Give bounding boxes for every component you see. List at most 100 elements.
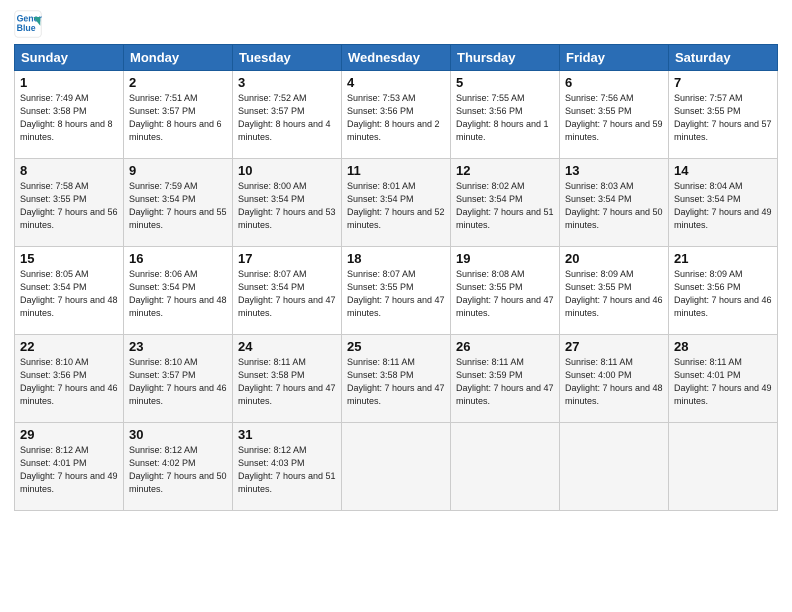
day-number: 6 (565, 75, 663, 90)
day-info: Sunrise: 8:11 AMSunset: 4:00 PMDaylight:… (565, 356, 663, 408)
day-cell: 13 Sunrise: 8:03 AMSunset: 3:54 PMDayligh… (560, 159, 669, 247)
day-info: Sunrise: 8:02 AMSunset: 3:54 PMDaylight:… (456, 180, 554, 232)
day-number: 23 (129, 339, 227, 354)
day-cell (451, 423, 560, 511)
col-header-sunday: Sunday (15, 45, 124, 71)
day-info: Sunrise: 8:10 AMSunset: 3:56 PMDaylight:… (20, 356, 118, 408)
week-row-3: 15 Sunrise: 8:05 AMSunset: 3:54 PMDayligh… (15, 247, 778, 335)
header: General Blue (14, 10, 778, 38)
page: General Blue SundayMondayTuesdayWednesda… (0, 0, 792, 612)
day-cell: 21 Sunrise: 8:09 AMSunset: 3:56 PMDayligh… (669, 247, 778, 335)
day-info: Sunrise: 8:11 AMSunset: 3:58 PMDaylight:… (347, 356, 445, 408)
day-info: Sunrise: 8:09 AMSunset: 3:56 PMDaylight:… (674, 268, 772, 320)
day-number: 1 (20, 75, 118, 90)
header-row: SundayMondayTuesdayWednesdayThursdayFrid… (15, 45, 778, 71)
day-info: Sunrise: 7:59 AMSunset: 3:54 PMDaylight:… (129, 180, 227, 232)
day-info: Sunrise: 7:57 AMSunset: 3:55 PMDaylight:… (674, 92, 772, 144)
week-row-2: 8 Sunrise: 7:58 AMSunset: 3:55 PMDaylight… (15, 159, 778, 247)
day-cell: 31 Sunrise: 8:12 AMSunset: 4:03 PMDayligh… (233, 423, 342, 511)
day-number: 5 (456, 75, 554, 90)
day-cell: 26Sunrise: 8:11 AMSunset: 3:59 PMDayligh… (451, 335, 560, 423)
day-info: Sunrise: 8:12 AMSunset: 4:01 PMDaylight:… (20, 444, 118, 496)
day-info: Sunrise: 8:01 AMSunset: 3:54 PMDaylight:… (347, 180, 445, 232)
day-info: Sunrise: 8:03 AMSunset: 3:54 PMDaylight:… (565, 180, 663, 232)
calendar-table: SundayMondayTuesdayWednesdayThursdayFrid… (14, 44, 778, 511)
day-number: 17 (238, 251, 336, 266)
day-cell: 29 Sunrise: 8:12 AMSunset: 4:01 PMDayligh… (15, 423, 124, 511)
day-info: Sunrise: 8:10 AMSunset: 3:57 PMDaylight:… (129, 356, 227, 408)
day-info: Sunrise: 8:00 AMSunset: 3:54 PMDaylight:… (238, 180, 336, 232)
day-info: Sunrise: 8:12 AMSunset: 4:02 PMDaylight:… (129, 444, 227, 496)
day-info: Sunrise: 8:09 AMSunset: 3:55 PMDaylight:… (565, 268, 663, 320)
day-number: 26 (456, 339, 554, 354)
day-cell: 22 Sunrise: 8:10 AMSunset: 3:56 PMDayligh… (15, 335, 124, 423)
col-header-wednesday: Wednesday (342, 45, 451, 71)
day-number: 21 (674, 251, 772, 266)
day-number: 24 (238, 339, 336, 354)
day-cell: 28Sunrise: 8:11 AMSunset: 4:01 PMDayligh… (669, 335, 778, 423)
day-cell: 3 Sunrise: 7:52 AMSunset: 3:57 PMDaylight… (233, 71, 342, 159)
day-number: 18 (347, 251, 445, 266)
day-cell: 11Sunrise: 8:01 AMSunset: 3:54 PMDayligh… (342, 159, 451, 247)
day-cell: 19 Sunrise: 8:08 AMSunset: 3:55 PMDayligh… (451, 247, 560, 335)
day-number: 22 (20, 339, 118, 354)
day-number: 10 (238, 163, 336, 178)
day-info: Sunrise: 7:52 AMSunset: 3:57 PMDaylight:… (238, 92, 336, 144)
day-number: 2 (129, 75, 227, 90)
day-cell: 24 Sunrise: 8:11 AMSunset: 3:58 PMDayligh… (233, 335, 342, 423)
day-info: Sunrise: 7:51 AMSunset: 3:57 PMDaylight:… (129, 92, 227, 144)
col-header-tuesday: Tuesday (233, 45, 342, 71)
logo-icon: General Blue (14, 10, 42, 38)
col-header-monday: Monday (124, 45, 233, 71)
day-cell: 6 Sunrise: 7:56 AMSunset: 3:55 PMDaylight… (560, 71, 669, 159)
day-cell (342, 423, 451, 511)
svg-text:Blue: Blue (17, 23, 36, 33)
day-info: Sunrise: 8:12 AMSunset: 4:03 PMDaylight:… (238, 444, 336, 496)
day-number: 27 (565, 339, 663, 354)
day-number: 19 (456, 251, 554, 266)
week-row-5: 29 Sunrise: 8:12 AMSunset: 4:01 PMDayligh… (15, 423, 778, 511)
day-cell: 8 Sunrise: 7:58 AMSunset: 3:55 PMDaylight… (15, 159, 124, 247)
day-cell: 1 Sunrise: 7:49 AMSunset: 3:58 PMDaylight… (15, 71, 124, 159)
day-number: 4 (347, 75, 445, 90)
day-info: Sunrise: 8:07 AMSunset: 3:55 PMDaylight:… (347, 268, 445, 320)
day-cell: 2 Sunrise: 7:51 AMSunset: 3:57 PMDaylight… (124, 71, 233, 159)
day-info: Sunrise: 7:56 AMSunset: 3:55 PMDaylight:… (565, 92, 663, 144)
day-info: Sunrise: 7:55 AMSunset: 3:56 PMDaylight:… (456, 92, 554, 144)
col-header-friday: Friday (560, 45, 669, 71)
day-info: Sunrise: 8:08 AMSunset: 3:55 PMDaylight:… (456, 268, 554, 320)
day-cell: 7 Sunrise: 7:57 AMSunset: 3:55 PMDaylight… (669, 71, 778, 159)
day-number: 25 (347, 339, 445, 354)
day-info: Sunrise: 7:58 AMSunset: 3:55 PMDaylight:… (20, 180, 118, 232)
day-cell: 17 Sunrise: 8:07 AMSunset: 3:54 PMDayligh… (233, 247, 342, 335)
logo: General Blue (14, 10, 46, 38)
day-number: 30 (129, 427, 227, 442)
col-header-saturday: Saturday (669, 45, 778, 71)
day-number: 3 (238, 75, 336, 90)
day-number: 31 (238, 427, 336, 442)
day-cell: 14Sunrise: 8:04 AMSunset: 3:54 PMDayligh… (669, 159, 778, 247)
day-number: 12 (456, 163, 554, 178)
day-info: Sunrise: 8:07 AMSunset: 3:54 PMDaylight:… (238, 268, 336, 320)
day-info: Sunrise: 8:06 AMSunset: 3:54 PMDaylight:… (129, 268, 227, 320)
day-info: Sunrise: 7:53 AMSunset: 3:56 PMDaylight:… (347, 92, 445, 144)
day-number: 14 (674, 163, 772, 178)
day-cell: 16Sunrise: 8:06 AMSunset: 3:54 PMDayligh… (124, 247, 233, 335)
day-number: 13 (565, 163, 663, 178)
day-info: Sunrise: 8:05 AMSunset: 3:54 PMDaylight:… (20, 268, 118, 320)
day-number: 7 (674, 75, 772, 90)
day-info: Sunrise: 8:11 AMSunset: 3:58 PMDaylight:… (238, 356, 336, 408)
day-number: 15 (20, 251, 118, 266)
day-info: Sunrise: 7:49 AMSunset: 3:58 PMDaylight:… (20, 92, 118, 144)
day-number: 20 (565, 251, 663, 266)
day-cell: 4 Sunrise: 7:53 AMSunset: 3:56 PMDaylight… (342, 71, 451, 159)
day-cell (560, 423, 669, 511)
day-cell: 15 Sunrise: 8:05 AMSunset: 3:54 PMDayligh… (15, 247, 124, 335)
day-cell: 10 Sunrise: 8:00 AMSunset: 3:54 PMDayligh… (233, 159, 342, 247)
day-number: 9 (129, 163, 227, 178)
day-cell: 18 Sunrise: 8:07 AMSunset: 3:55 PMDayligh… (342, 247, 451, 335)
week-row-1: 1 Sunrise: 7:49 AMSunset: 3:58 PMDaylight… (15, 71, 778, 159)
day-cell: 23 Sunrise: 8:10 AMSunset: 3:57 PMDayligh… (124, 335, 233, 423)
day-number: 29 (20, 427, 118, 442)
day-number: 8 (20, 163, 118, 178)
